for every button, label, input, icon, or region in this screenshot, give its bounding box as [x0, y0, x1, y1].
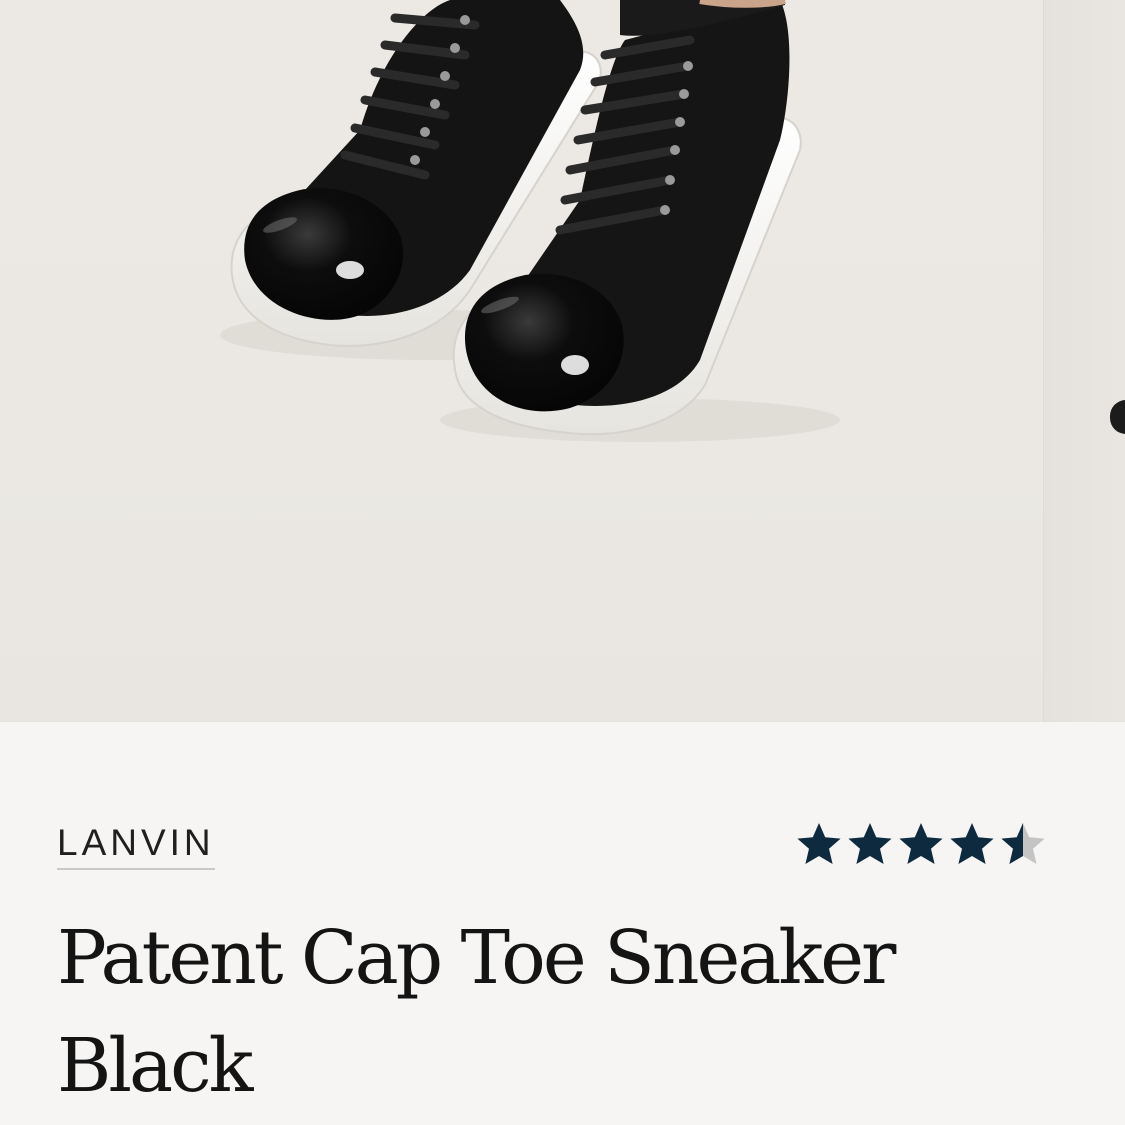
brand-link[interactable]: LANVIN: [57, 822, 215, 870]
star-icon: [797, 823, 841, 864]
product-image-gallery[interactable]: [0, 0, 1125, 722]
product-title-line2: Black: [57, 1023, 253, 1109]
product-info: LANVIN Patent Cap Toe Sneaker Black: [0, 722, 1125, 1125]
star-icon: [848, 823, 892, 864]
sneakers-image: [220, 0, 840, 442]
rating-stars[interactable]: [795, 820, 1047, 868]
product-photo[interactable]: [0, 0, 1043, 722]
half-star-icon: [1001, 823, 1045, 864]
product-title-line1: Patent Cap Toe Sneaker: [57, 915, 896, 1001]
star-icon: [950, 823, 994, 864]
product-title: Patent Cap Toe Sneaker Black: [57, 904, 1057, 1120]
product-page: LANVIN Patent Cap Toe Sneaker Black: [0, 0, 1125, 1125]
next-product-photo[interactable]: [1043, 0, 1125, 722]
star-icon: [899, 823, 943, 864]
next-photo-peek: [1110, 400, 1125, 434]
